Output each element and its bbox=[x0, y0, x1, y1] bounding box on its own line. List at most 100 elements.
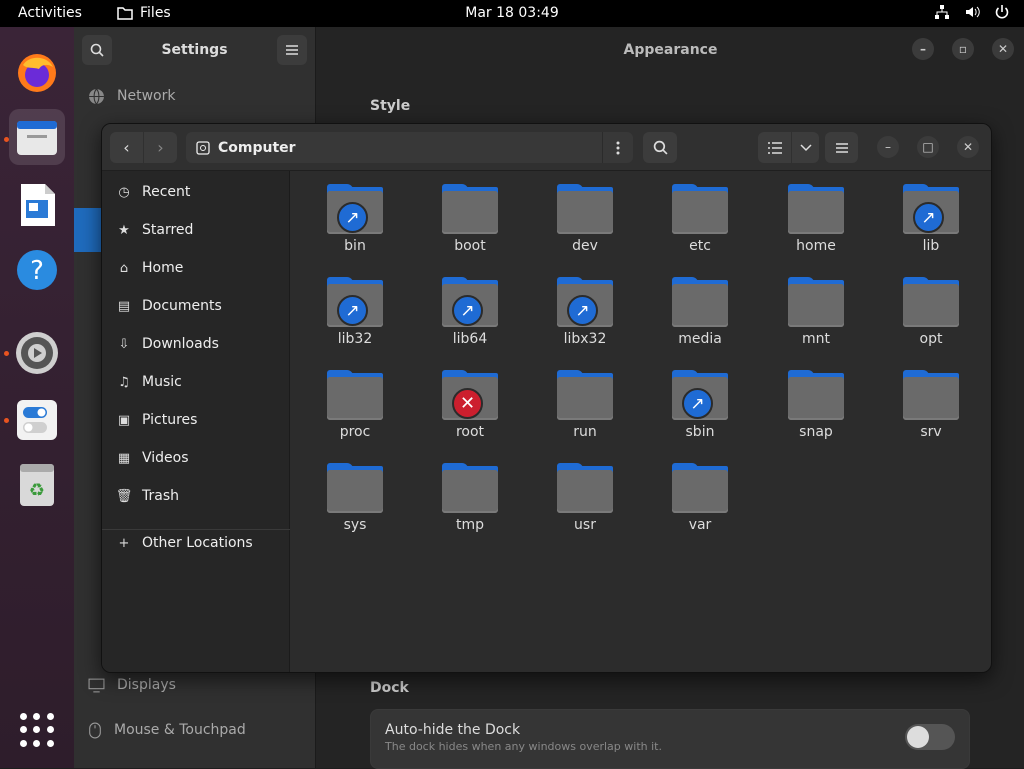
folder-item[interactable]: media bbox=[652, 267, 748, 355]
autohide-switch[interactable] bbox=[905, 724, 955, 750]
sidebar-item-label: Trash bbox=[142, 488, 179, 504]
folder-icon bbox=[903, 277, 959, 327]
dock-settings[interactable] bbox=[9, 325, 65, 381]
view-list-button[interactable] bbox=[758, 132, 791, 163]
view-options-button[interactable] bbox=[792, 132, 819, 163]
settings-menu-button[interactable] bbox=[277, 35, 307, 65]
app-grid-icon[interactable] bbox=[20, 713, 54, 747]
section-dock: Dock bbox=[370, 680, 409, 696]
chevron-down-icon bbox=[799, 143, 812, 151]
folder-name: boot bbox=[454, 238, 486, 254]
display-icon bbox=[88, 678, 105, 692]
sidebar-item-label: Home bbox=[142, 260, 184, 276]
dock-firefox[interactable] bbox=[9, 45, 65, 101]
location-menu-button[interactable] bbox=[602, 132, 633, 163]
sidebar-item-home[interactable]: ⌂ Home bbox=[102, 249, 290, 287]
location-label: Computer bbox=[218, 139, 296, 156]
dock-writer[interactable] bbox=[9, 177, 65, 233]
mouse-icon bbox=[89, 722, 101, 738]
sidebar-item-downloads[interactable]: ⇩ Downloads bbox=[102, 325, 290, 363]
sidebar-item-network[interactable]: Network bbox=[74, 74, 316, 118]
folder-name: mnt bbox=[802, 331, 830, 347]
clock[interactable]: Mar 18 03:49 bbox=[0, 5, 1024, 21]
firefox-icon bbox=[18, 54, 56, 92]
folder-item[interactable]: srv bbox=[883, 360, 979, 448]
restore-button[interactable]: ▫ bbox=[952, 38, 974, 60]
dock-help[interactable]: ? bbox=[9, 242, 65, 298]
toggles-icon bbox=[17, 400, 57, 440]
sidebar-item-trash[interactable]: 🗑 Trash bbox=[102, 477, 290, 515]
section-style: Style bbox=[370, 98, 411, 114]
running-indicator bbox=[4, 137, 9, 142]
files-window: ‹ › Computer – □ ✕ ◷ Recent ★ Starred ⌂ Hom… bbox=[101, 123, 992, 673]
sidebar-item-music[interactable]: ♫ Music bbox=[102, 363, 290, 401]
folder-item[interactable]: ↗ lib64 bbox=[422, 267, 518, 355]
sidebar-item-label: Videos bbox=[142, 450, 189, 466]
sidebar-item-pictures[interactable]: ▣ Pictures bbox=[102, 401, 290, 439]
settings-search-button[interactable] bbox=[82, 35, 112, 65]
sidebar-item-label: Pictures bbox=[142, 412, 198, 428]
folder-item[interactable]: proc bbox=[307, 360, 403, 448]
sidebar-item-starred[interactable]: ★ Starred bbox=[102, 211, 290, 249]
panel-title: Appearance bbox=[623, 42, 718, 58]
folder-name: bin bbox=[344, 238, 366, 254]
back-button[interactable]: ‹ bbox=[110, 132, 143, 163]
folder-item[interactable]: etc bbox=[652, 174, 748, 262]
dock-files[interactable] bbox=[9, 109, 65, 165]
trash-icon: ♻ bbox=[20, 464, 54, 506]
sidebar-item-label: Displays bbox=[117, 677, 176, 693]
sidebar-item-label: Other Locations bbox=[142, 535, 253, 551]
folder-item[interactable]: boot bbox=[422, 174, 518, 262]
maximize-button[interactable]: □ bbox=[917, 136, 939, 158]
svg-text:?: ? bbox=[30, 256, 44, 286]
folder-item[interactable]: mnt bbox=[768, 267, 864, 355]
autohide-title: Auto-hide the Dock bbox=[385, 722, 521, 738]
folder-item[interactable]: run bbox=[537, 360, 633, 448]
folder-item[interactable]: ↗ lib bbox=[883, 174, 979, 262]
folder-icon bbox=[903, 370, 959, 420]
close-button[interactable]: ✕ bbox=[992, 38, 1014, 60]
folder-item[interactable]: home bbox=[768, 174, 864, 262]
folder-item[interactable]: ↗ libx32 bbox=[537, 267, 633, 355]
sidebar-item-mouse[interactable]: Mouse & Touchpad bbox=[74, 708, 316, 752]
sidebar-item-appearance[interactable] bbox=[74, 208, 104, 252]
sidebar-item-videos[interactable]: ▦ Videos bbox=[102, 439, 290, 477]
dock-tweaks[interactable] bbox=[9, 392, 65, 448]
minimize-button[interactable]: – bbox=[912, 38, 934, 60]
folder-item[interactable]: ↗ bin bbox=[307, 174, 403, 262]
close-button[interactable]: ✕ bbox=[957, 136, 979, 158]
sidebar-item-label: Recent bbox=[142, 184, 191, 200]
minimize-button[interactable]: – bbox=[877, 136, 899, 158]
folder-item[interactable]: ↗ lib32 bbox=[307, 267, 403, 355]
dock-trash[interactable]: ♻ bbox=[9, 457, 65, 513]
folder-icon bbox=[557, 463, 613, 513]
folder-item[interactable]: var bbox=[652, 453, 748, 541]
forward-button[interactable]: › bbox=[144, 132, 177, 163]
folder-item[interactable]: dev bbox=[537, 174, 633, 262]
sidebar-item-recent[interactable]: ◷ Recent bbox=[102, 173, 290, 211]
folder-item[interactable]: opt bbox=[883, 267, 979, 355]
autohide-row[interactable]: Auto-hide the Dock The dock hides when a… bbox=[370, 709, 970, 769]
folder-item[interactable]: snap bbox=[768, 360, 864, 448]
sidebar-item-other-locations[interactable]: + Other Locations bbox=[102, 524, 290, 562]
sidebar-item-documents[interactable]: ▤ Documents bbox=[102, 287, 290, 325]
folder-item[interactable]: ✕ root bbox=[422, 360, 518, 448]
main-menu-button[interactable] bbox=[825, 132, 858, 163]
location-bar[interactable]: Computer bbox=[186, 132, 633, 163]
documents-icon: ▤ bbox=[117, 298, 131, 314]
folder-icon bbox=[788, 370, 844, 420]
folder-item[interactable]: usr bbox=[537, 453, 633, 541]
folder-item[interactable]: tmp bbox=[422, 453, 518, 541]
running-indicator bbox=[4, 418, 9, 423]
minimize-icon: – bbox=[920, 42, 926, 56]
music-icon: ♫ bbox=[118, 374, 130, 390]
folder-name: libx32 bbox=[563, 331, 607, 347]
search-button[interactable] bbox=[643, 132, 677, 163]
sidebar-item-label: Downloads bbox=[142, 336, 219, 352]
folder-item[interactable]: ↗ sbin bbox=[652, 360, 748, 448]
folder-item[interactable]: sys bbox=[307, 453, 403, 541]
system-tray[interactable] bbox=[934, 4, 1010, 20]
settings-window-controls: – ▫ ✕ bbox=[912, 38, 1014, 60]
settings-header: Appearance – ▫ ✕ bbox=[317, 27, 1024, 73]
close-icon: ✕ bbox=[962, 140, 974, 154]
